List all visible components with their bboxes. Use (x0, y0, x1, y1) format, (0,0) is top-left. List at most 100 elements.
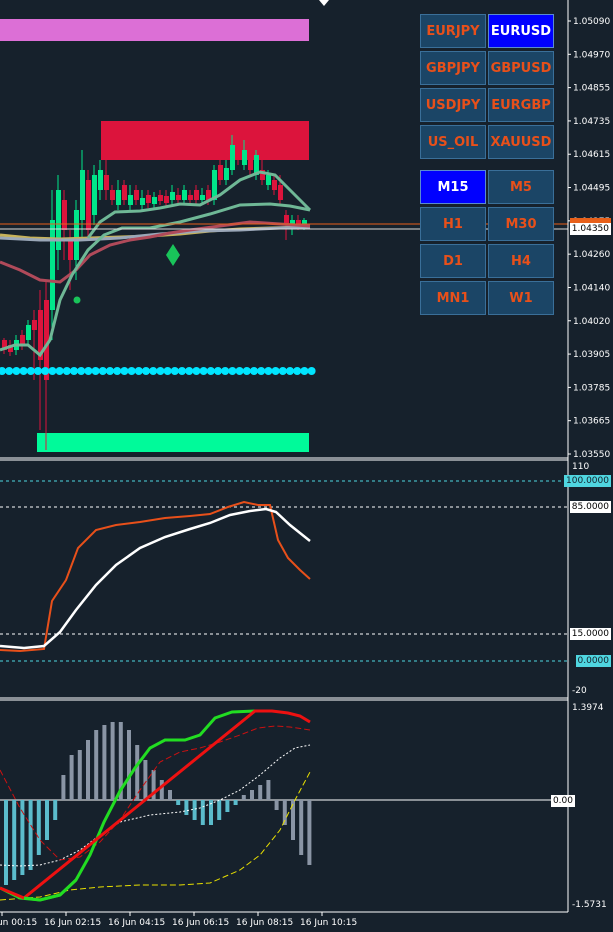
cyan-dot (178, 367, 186, 375)
cyan-dot (127, 367, 136, 375)
timeframe-button-mn1[interactable]: MN1 (420, 281, 486, 315)
resistance-zone (101, 121, 309, 160)
candle-body (134, 190, 139, 200)
cyan-dot (228, 367, 237, 375)
cyan-dot (91, 367, 100, 375)
histogram-bar (307, 800, 312, 865)
price-axis-label: 1.03665 (573, 417, 610, 427)
cyan-dot (106, 367, 114, 375)
time-axis: 16 Jun 00:15 16 Jun 02:15 16 Jun 04:15 16 J… (0, 912, 357, 928)
stoch-tag-100: 100.0000 (564, 475, 611, 487)
cyan-dot (156, 367, 165, 375)
histogram-bar (94, 730, 99, 800)
cyan-dot (62, 367, 71, 375)
symbol-button-eurgbp[interactable]: EURGBP (488, 88, 554, 122)
cyan-dot (235, 367, 244, 375)
candle-body (158, 195, 163, 201)
candle-body (80, 170, 85, 220)
symbol-button-eurjpy[interactable]: EURJPY (420, 14, 486, 48)
cyan-dot (0, 367, 6, 375)
time-axis-label: 16 Jun 08:15 (236, 918, 293, 928)
candle-body (68, 240, 73, 260)
price-axis-label: 1.04615 (573, 150, 610, 160)
cyan-dot (199, 367, 208, 375)
price-axis-label: 1.04970 (573, 50, 610, 60)
price-axis-label: 1.04140 (573, 283, 610, 293)
histogram-bar (77, 750, 82, 800)
macd-histogram (4, 722, 312, 885)
histogram-bar (4, 800, 8, 885)
candle-body (182, 190, 187, 200)
histogram-bar (53, 800, 58, 820)
timeframe-button-m30[interactable]: M30 (488, 207, 554, 241)
histogram-bar (28, 800, 33, 870)
timeframe-button-m5[interactable]: M5 (488, 170, 554, 204)
candle-body (122, 185, 127, 200)
candle-body (278, 185, 283, 200)
histogram-bar (200, 800, 205, 825)
symbol-button-us-oil[interactable]: US_OIL (420, 125, 486, 159)
bid-price-tag: 1.04350 (569, 223, 611, 235)
macd-zero-tag: 0.00 (550, 795, 575, 807)
cyan-dot (170, 367, 179, 375)
price-axis-label: 1.04495 (573, 184, 610, 194)
symbol-button-usdjpy[interactable]: USDJPY (420, 88, 486, 122)
shift-marker-icon[interactable] (319, 0, 329, 6)
stoch-tag-0: 0.0000 (575, 655, 611, 667)
candle-body (242, 150, 247, 165)
candle-body (62, 200, 67, 230)
histogram-bar (241, 795, 246, 800)
histogram-bar (168, 790, 172, 800)
cyan-dot (142, 367, 150, 375)
histogram-bar (159, 780, 164, 800)
cyan-dot (278, 367, 287, 375)
timeframe-button-d1[interactable]: D1 (420, 244, 486, 278)
macd-panel (0, 709, 568, 902)
candle-body (140, 198, 145, 205)
cyan-dot-line (0, 367, 316, 375)
candle-body (176, 195, 181, 200)
histogram-bar (143, 760, 148, 800)
candle-body (98, 170, 103, 190)
cyan-dot (55, 367, 64, 375)
symbol-button-xauusd[interactable]: XAUUSD (488, 125, 554, 159)
candle-body (200, 195, 205, 200)
candle-body (92, 175, 97, 215)
candle-body (170, 192, 175, 200)
cyan-dot (113, 367, 122, 375)
timeframe-button-h1[interactable]: H1 (420, 207, 486, 241)
cyan-dot (192, 367, 201, 375)
histogram-bar (110, 722, 115, 800)
ma-pink (0, 220, 311, 284)
cyan-dot (5, 367, 14, 375)
cyan-dot (134, 367, 143, 375)
price-axis-label: 1.03905 (573, 350, 610, 360)
cyan-dot (34, 367, 42, 375)
cyan-dot (250, 367, 258, 375)
candle-body (164, 196, 169, 203)
price-axis-label: 1.04735 (573, 117, 610, 127)
candle-body (146, 195, 151, 203)
timeframe-button-w1[interactable]: W1 (488, 281, 554, 315)
stoch-tag-15: 15.0000 (569, 628, 611, 640)
symbol-button-gbpusd[interactable]: GBPUSD (488, 51, 554, 85)
time-axis-label: 16 Jun 00:15 (0, 918, 37, 928)
support-zone (37, 433, 309, 452)
cyan-dot (77, 367, 86, 375)
timeframe-button-h4[interactable]: H4 (488, 244, 554, 278)
stoch-axis-top: 110 (572, 462, 590, 472)
cyan-dot (185, 367, 194, 375)
candle-body (266, 175, 271, 185)
symbol-button-eurusd[interactable]: EURUSD (488, 14, 554, 48)
candle-body (152, 197, 157, 204)
cyan-dot (84, 367, 93, 375)
candle-body (248, 155, 253, 170)
price-axis-label: 1.03550 (573, 450, 610, 460)
timeframe-button-m15[interactable]: M15 (420, 170, 486, 204)
price-axis-label: 1.04020 (573, 317, 610, 327)
candle-body (26, 325, 31, 340)
histogram-bar (258, 785, 263, 800)
symbol-button-gbpjpy[interactable]: GBPJPY (420, 51, 486, 85)
histogram-bar (184, 800, 189, 815)
candle-body (128, 195, 133, 205)
